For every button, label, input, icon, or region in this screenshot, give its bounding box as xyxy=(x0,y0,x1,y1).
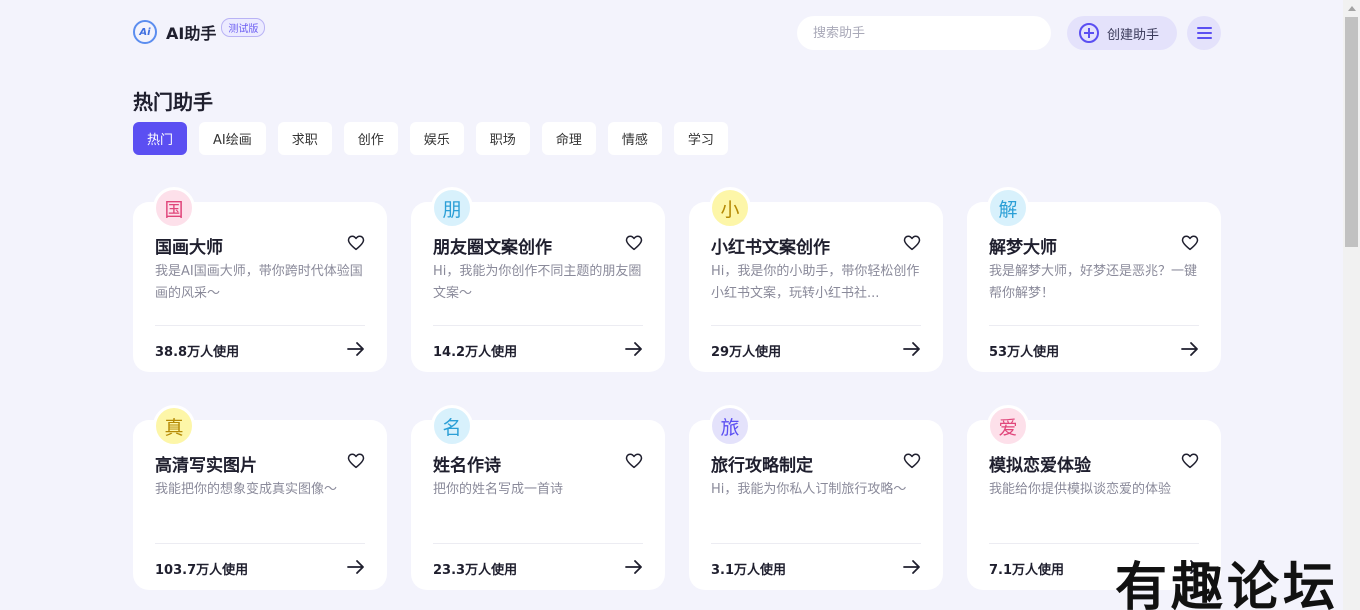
assistant-title: 解梦大师 xyxy=(989,238,1057,258)
assistant-description: Hi，我能为你私人订制旅行攻略～ xyxy=(711,482,907,497)
assistant-card[interactable]: 真高清写实图片我能把你的想象变成真实图像～ 103.7万人使用 xyxy=(133,405,387,590)
arrow-right-icon[interactable] xyxy=(903,341,921,357)
scroll-up-arrow-icon[interactable] xyxy=(1348,6,1356,11)
assistant-description: 把你的姓名写成一首诗 xyxy=(433,482,564,497)
assistant-card[interactable]: 国国画大师我是AI国画大师，带你跨时代体验国画的风采～ 38.8万人使用 xyxy=(133,187,387,372)
assistant-avatar: 爱 xyxy=(987,405,1029,447)
top-header: Ai AI助手 测试版 创建助手 xyxy=(133,16,1221,50)
heart-icon[interactable] xyxy=(347,234,365,252)
category-tabs: 热门 AI绘画 求职 创作 娱乐 职场 命理 情感 学习 xyxy=(133,122,728,155)
logo[interactable]: Ai AI助手 测试版 xyxy=(133,17,266,44)
assistant-title: 小红书文案创作 xyxy=(711,238,830,258)
card-divider xyxy=(989,325,1199,326)
assistant-title: 高清写实图片 xyxy=(155,456,257,476)
arrow-right-icon[interactable] xyxy=(347,559,365,575)
assistant-card[interactable]: 名姓名作诗把你的姓名写成一首诗 23.3万人使用 xyxy=(411,405,665,590)
plus-circle-icon xyxy=(1079,23,1099,43)
search-input[interactable] xyxy=(797,16,1051,50)
assistant-title: 模拟恋爱体验 xyxy=(989,456,1091,476)
tab-category[interactable]: 命理 xyxy=(541,122,596,155)
card-divider xyxy=(711,325,921,326)
arrow-right-icon[interactable] xyxy=(625,559,643,575)
assistant-description: 我能给你提供模拟谈恋爱的体验 xyxy=(989,482,1172,497)
card-divider xyxy=(155,543,365,544)
beta-badge: 测试版 xyxy=(221,17,266,37)
arrow-right-icon[interactable] xyxy=(903,559,921,575)
tab-category[interactable]: 求职 xyxy=(277,122,332,155)
tab-category[interactable]: AI绘画 xyxy=(199,122,266,155)
app-name: AI助手 xyxy=(166,24,217,43)
tab-category[interactable]: 创作 xyxy=(343,122,398,155)
usage-count: 29万人使用 xyxy=(711,345,782,360)
usage-count: 14.2万人使用 xyxy=(433,345,518,360)
create-assistant-label: 创建助手 xyxy=(1107,27,1160,43)
assistant-description: Hi，我是你的小助手，带你轻松创作小红书文案，玩转小红书社... xyxy=(711,264,920,301)
heart-icon[interactable] xyxy=(625,234,643,252)
heart-icon[interactable] xyxy=(1181,452,1199,470)
usage-count: 53万人使用 xyxy=(989,345,1060,360)
tab-category[interactable]: 情感 xyxy=(607,122,662,155)
arrow-right-icon[interactable] xyxy=(1181,341,1199,357)
heart-icon[interactable] xyxy=(1181,234,1199,252)
usage-count: 38.8万人使用 xyxy=(155,345,240,360)
card-divider xyxy=(711,543,921,544)
card-divider xyxy=(433,543,643,544)
scrollbar-thumb[interactable] xyxy=(1345,17,1358,247)
assistant-avatar: 朋 xyxy=(431,187,473,229)
heart-icon[interactable] xyxy=(903,452,921,470)
assistant-avatar: 小 xyxy=(709,187,751,229)
tab-category[interactable]: 学习 xyxy=(673,122,728,155)
hamburger-icon xyxy=(1196,27,1212,29)
page-title: 热门助手 xyxy=(133,90,213,114)
assistant-avatar: 名 xyxy=(431,405,473,447)
card-divider xyxy=(989,543,1199,544)
tab-category[interactable]: 热门 xyxy=(133,122,188,155)
assistant-description: 我能把你的想象变成真实图像～ xyxy=(155,482,338,497)
assistant-card[interactable]: 解解梦大师我是解梦大师，好梦还是恶兆？一键帮你解梦！ 53万人使用 xyxy=(967,187,1221,372)
heart-icon[interactable] xyxy=(903,234,921,252)
ai-logo-icon: Ai xyxy=(133,20,157,44)
watermark-logo: 有趣论坛 xyxy=(1115,557,1340,610)
arrow-right-icon[interactable] xyxy=(347,341,365,357)
usage-count: 23.3万人使用 xyxy=(433,563,518,578)
assistant-description: 我是解梦大师，好梦还是恶兆？一键帮你解梦！ xyxy=(989,264,1198,301)
heart-icon[interactable] xyxy=(625,452,643,470)
assistant-title: 旅行攻略制定 xyxy=(711,456,813,476)
assistant-title: 姓名作诗 xyxy=(433,456,501,476)
assistant-title: 朋友圈文案创作 xyxy=(433,238,552,258)
assistant-card[interactable]: 朋朋友圈文案创作 Hi，我能为你创作不同主题的朋友圈文案～ 14.2万人使用 xyxy=(411,187,665,372)
tab-category[interactable]: 职场 xyxy=(475,122,530,155)
tab-category[interactable]: 娱乐 xyxy=(409,122,464,155)
assistant-avatar: 真 xyxy=(153,405,195,447)
menu-button[interactable] xyxy=(1187,16,1221,50)
assistant-avatar: 旅 xyxy=(709,405,751,447)
card-divider xyxy=(433,325,643,326)
assistant-card[interactable]: 小小红书文案创作 Hi，我是你的小助手，带你轻松创作小红书文案，玩转小红书社...… xyxy=(689,187,943,372)
arrow-right-icon[interactable] xyxy=(625,341,643,357)
usage-count: 7.1万人使用 xyxy=(989,563,1065,578)
vertical-scrollbar[interactable] xyxy=(1343,0,1360,610)
assistant-card[interactable]: 旅旅行攻略制定 Hi，我能为你私人订制旅行攻略～ 3.1万人使用 xyxy=(689,405,943,590)
assistant-description: 我是AI国画大师，带你跨时代体验国画的风采～ xyxy=(155,264,363,301)
assistant-avatar: 解 xyxy=(987,187,1029,229)
assistant-description: Hi，我能为你创作不同主题的朋友圈文案～ xyxy=(433,264,642,301)
create-assistant-button[interactable]: 创建助手 xyxy=(1067,16,1177,50)
heart-icon[interactable] xyxy=(347,452,365,470)
assistant-title: 国画大师 xyxy=(155,238,223,258)
usage-count: 3.1万人使用 xyxy=(711,563,787,578)
usage-count: 103.7万人使用 xyxy=(155,563,249,578)
assistant-avatar: 国 xyxy=(153,187,195,229)
card-divider xyxy=(155,325,365,326)
